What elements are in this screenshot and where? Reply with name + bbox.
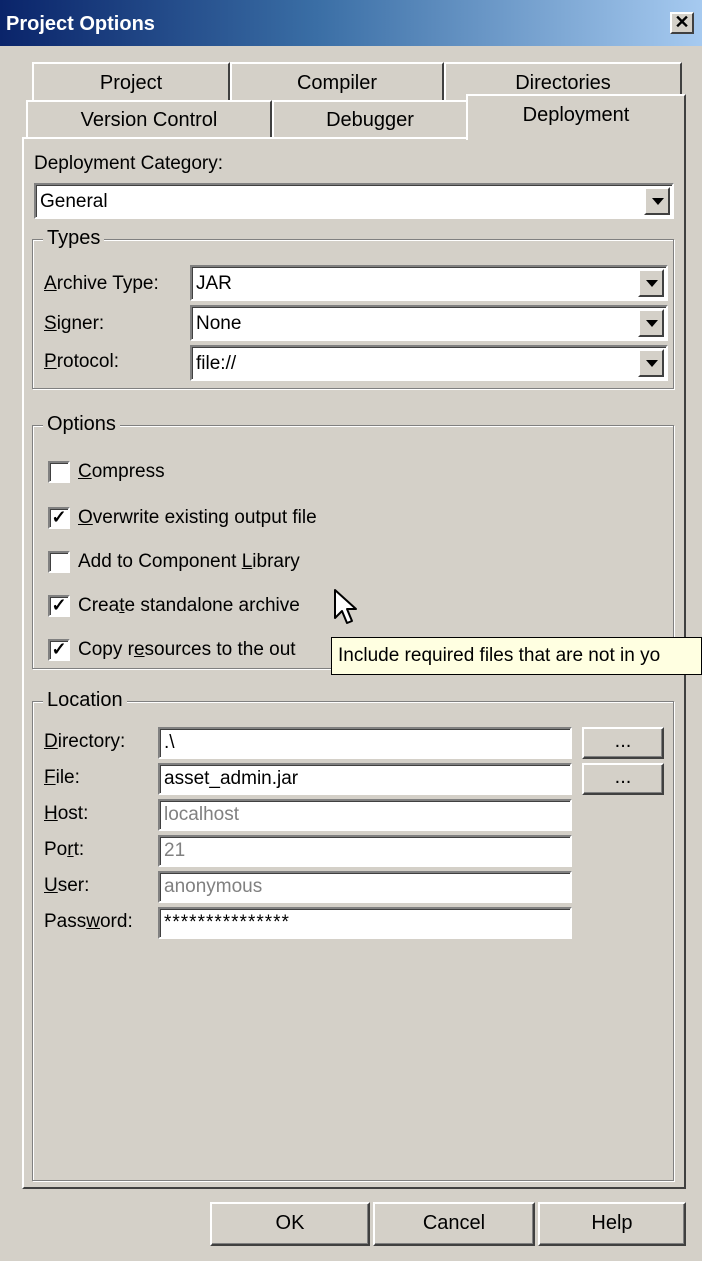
signer-select[interactable]: None xyxy=(190,305,668,341)
overwrite-checkbox[interactable]: ✓ xyxy=(48,507,70,529)
tab-project[interactable]: Project xyxy=(32,62,230,102)
port-label: Port: xyxy=(44,839,85,860)
deployment-category-value: General xyxy=(40,191,108,212)
tab-label: Compiler xyxy=(296,72,378,94)
overwrite-label[interactable]: Overwrite existing output file xyxy=(78,507,317,529)
copy-resources-label[interactable]: Copy resources to the out xyxy=(78,639,296,661)
protocol-label: Protocol: xyxy=(44,351,119,372)
host-label: Host: xyxy=(44,803,89,824)
compress-label[interactable]: Compress xyxy=(78,461,165,483)
tab-compiler[interactable]: Compiler xyxy=(230,62,444,102)
deployment-category-select[interactable]: General xyxy=(34,183,674,219)
signer-value: None xyxy=(196,313,242,334)
protocol-value: file:// xyxy=(196,353,237,374)
chevron-down-icon[interactable] xyxy=(638,269,664,297)
window-title: Project Options xyxy=(6,13,155,35)
compress-checkbox[interactable] xyxy=(48,461,70,483)
location-group-title: Location xyxy=(43,689,127,712)
help-button[interactable]: Help xyxy=(538,1202,686,1246)
options-group-title: Options xyxy=(43,413,120,436)
password-input[interactable]: *************** xyxy=(158,907,572,939)
deployment-category-label: Deployment Category: xyxy=(34,153,224,174)
standalone-archive-checkbox[interactable]: ✓ xyxy=(48,595,70,617)
browse-file-button[interactable]: ... xyxy=(582,763,664,795)
tab-deployment[interactable]: Deployment xyxy=(466,94,686,140)
checkmark-icon: ✓ xyxy=(51,507,67,527)
mouse-cursor-icon xyxy=(334,589,357,624)
close-button[interactable]: ✕ xyxy=(670,12,694,34)
ok-button[interactable]: OK xyxy=(210,1202,370,1246)
protocol-select[interactable]: file:// xyxy=(190,345,668,381)
tab-version-control[interactable]: Version Control xyxy=(26,100,272,138)
tab-label: Version Control xyxy=(80,109,218,131)
file-input[interactable]: asset_admin.jar xyxy=(158,763,572,795)
types-group-title: Types xyxy=(43,227,105,250)
archive-type-value: JAR xyxy=(196,273,232,294)
tab-debugger[interactable]: Debugger xyxy=(272,100,468,138)
user-label: User: xyxy=(44,875,90,896)
tab-label: Directories xyxy=(515,72,611,94)
browse-directory-button[interactable]: ... xyxy=(582,727,664,759)
copy-resources-checkbox[interactable]: ✓ xyxy=(48,639,70,661)
standalone-archive-label[interactable]: Create standalone archive xyxy=(78,595,300,617)
title-bar: Project Options ✕ xyxy=(0,0,702,46)
tab-label: Project xyxy=(99,72,163,94)
add-to-library-checkbox[interactable] xyxy=(48,551,70,573)
user-input[interactable]: anonymous xyxy=(158,871,572,903)
archive-type-select[interactable]: JAR xyxy=(190,265,668,301)
signer-label: Signer: xyxy=(44,313,105,334)
cancel-button[interactable]: Cancel xyxy=(373,1202,535,1246)
archive-type-label: Archive Type: xyxy=(44,273,159,294)
add-to-library-label[interactable]: Add to Component Library xyxy=(78,551,300,573)
tooltip: Include required files that are not in y… xyxy=(331,637,702,675)
chevron-down-icon[interactable] xyxy=(644,187,670,215)
directory-label: Directory: xyxy=(44,731,126,752)
port-input[interactable]: 21 xyxy=(158,835,572,867)
password-label: Password: xyxy=(44,911,133,932)
tab-label: Debugger xyxy=(326,109,414,131)
close-icon: ✕ xyxy=(674,12,690,32)
directory-input[interactable]: .\ xyxy=(158,727,572,759)
checkmark-icon: ✓ xyxy=(51,595,67,615)
file-label: File: xyxy=(44,767,80,788)
host-input[interactable]: localhost xyxy=(158,799,572,831)
checkmark-icon: ✓ xyxy=(51,639,67,659)
tab-label: Deployment xyxy=(522,104,630,126)
chevron-down-icon[interactable] xyxy=(638,349,664,377)
chevron-down-icon[interactable] xyxy=(638,309,664,337)
